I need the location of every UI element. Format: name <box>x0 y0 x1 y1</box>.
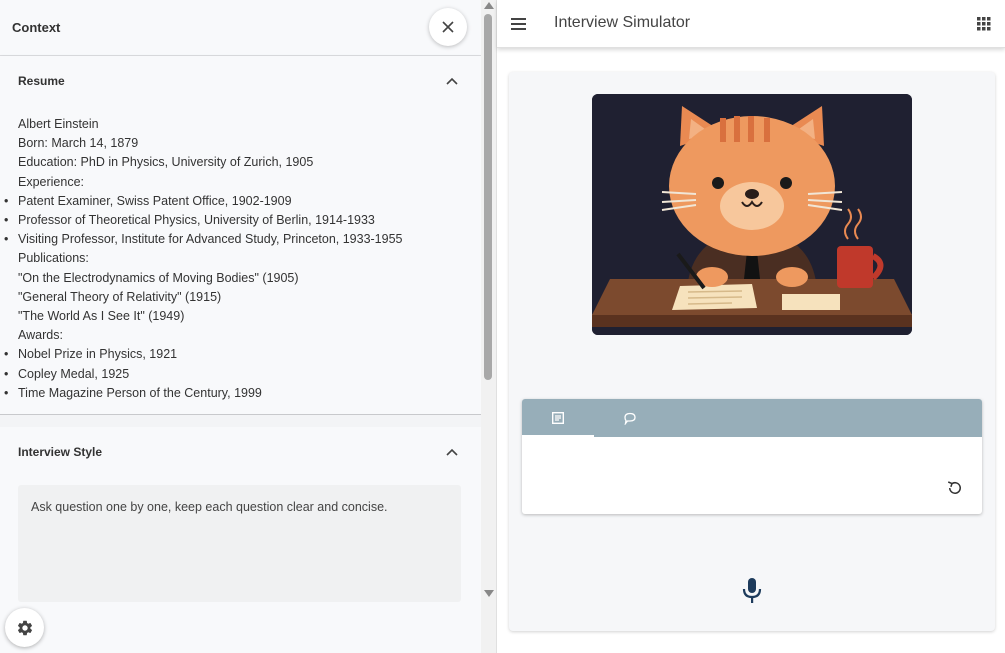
resume-bullet-item: Professor of Theoretical Physics, Univer… <box>4 211 481 230</box>
main-area: Interview Simulator <box>497 0 1005 653</box>
apps-button[interactable] <box>977 17 991 31</box>
cat-interviewer-illustration <box>592 94 912 335</box>
context-title: Context <box>12 20 61 35</box>
resume-bullet-item: Copley Medal, 1925 <box>4 365 481 384</box>
refresh-icon <box>947 481 961 494</box>
scrollbar-thumb[interactable] <box>484 14 492 380</box>
microphone-button[interactable] <box>741 577 763 605</box>
resume-line: "On the Electrodynamics of Moving Bodies… <box>18 270 299 285</box>
resume-title: Resume <box>18 74 65 88</box>
close-icon <box>442 21 454 33</box>
context-panel: Context Resume Albert Einstein Born: Marc… <box>0 0 481 653</box>
notes-icon <box>552 412 564 424</box>
resume-line: "General Theory of Relativity" (1915) <box>18 289 222 304</box>
chevron-up-icon[interactable] <box>445 445 459 459</box>
gear-icon <box>17 620 32 635</box>
interview-style-textarea[interactable]: Ask question one by one, keep each quest… <box>18 485 461 602</box>
resume-line: Experience: <box>18 174 85 189</box>
context-scrollbar[interactable] <box>481 0 497 653</box>
resume-bullet-item: Patent Examiner, Swiss Patent Office, 19… <box>4 192 481 211</box>
resume-section: Resume Albert Einstein Born: March 14, 18… <box>0 56 481 415</box>
interview-style-header[interactable]: Interview Style <box>0 427 481 477</box>
resume-line: Publications: <box>18 251 89 266</box>
settings-button[interactable] <box>5 608 44 647</box>
section-divider <box>0 415 481 427</box>
tab-bar <box>522 399 982 437</box>
resume-bullet-item: Visiting Professor, Institute for Advanc… <box>4 230 481 249</box>
transcript-panel <box>522 399 982 514</box>
scroll-up-arrow-icon[interactable] <box>484 2 494 9</box>
apps-grid-icon <box>977 17 991 31</box>
resume-section-header[interactable]: Resume <box>0 56 481 106</box>
interview-style-title: Interview Style <box>18 445 103 459</box>
resume-line: Albert Einstein <box>18 117 99 131</box>
hamburger-menu-icon <box>511 18 526 30</box>
speech-bubble-icon <box>624 412 636 425</box>
tab-chat[interactable] <box>594 399 666 437</box>
resume-line: "The World As I See It" (1949) <box>18 309 185 324</box>
interview-card <box>509 72 995 631</box>
resume-content: Albert Einstein Born: March 14, 1879 Educa… <box>0 106 481 403</box>
resume-line: Education: PhD in Physics, University of… <box>18 155 314 170</box>
resume-bullet-item: Nobel Prize in Physics, 1921 <box>4 345 481 364</box>
resume-bullet-item: Time Magazine Person of the Century, 199… <box>4 384 481 403</box>
scroll-down-arrow-icon[interactable] <box>484 590 494 597</box>
chevron-up-icon[interactable] <box>445 74 459 88</box>
app-topbar: Interview Simulator <box>497 0 1005 48</box>
close-button[interactable] <box>429 8 467 46</box>
microphone-icon <box>742 578 762 603</box>
tab-notes[interactable] <box>522 399 594 437</box>
refresh-button[interactable] <box>946 479 966 499</box>
resume-line: Awards: <box>18 328 63 343</box>
menu-button[interactable] <box>510 15 528 33</box>
context-header: Context <box>0 0 481 56</box>
app-title: Interview Simulator <box>554 14 691 31</box>
resume-line: Born: March 14, 1879 <box>18 136 139 151</box>
